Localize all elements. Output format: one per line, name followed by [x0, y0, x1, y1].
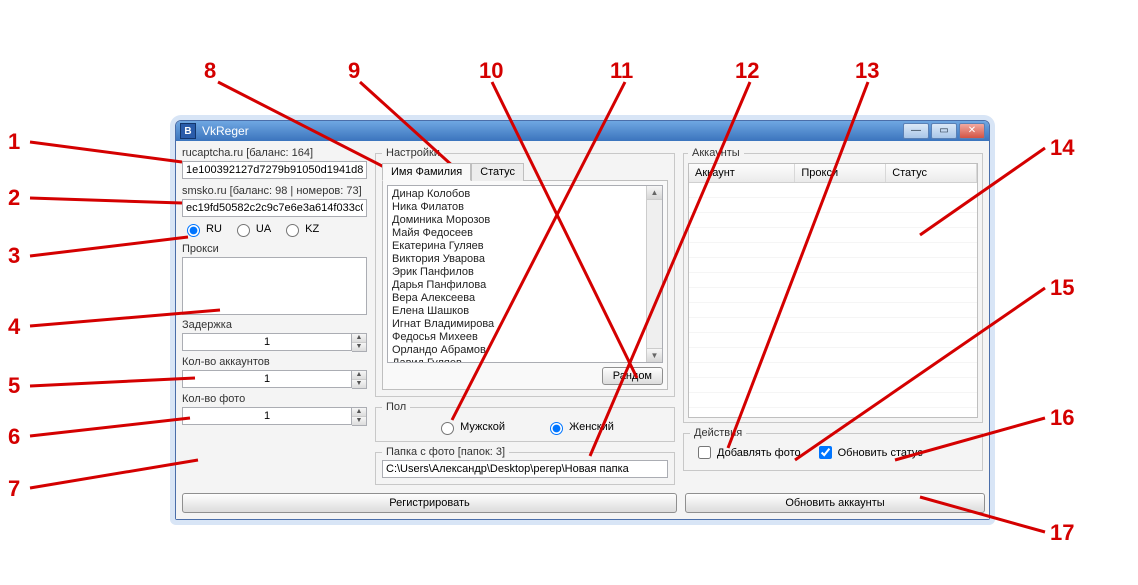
- col-proxy[interactable]: Прокси: [795, 164, 886, 182]
- add-photo-checkbox[interactable]: Добавлять фото: [694, 443, 801, 462]
- annotation-7: 7: [8, 476, 20, 502]
- annotation-12: 12: [735, 58, 759, 84]
- settings-group: Настройки Имя Фамилия Статус Динар Колоб…: [375, 147, 675, 397]
- annotation-13: 13: [855, 58, 879, 84]
- photo-count-up[interactable]: ▲: [352, 408, 366, 417]
- app-icon: B: [180, 123, 196, 139]
- annotation-17: 17: [1050, 520, 1074, 546]
- photo-folder-input[interactable]: [382, 460, 668, 478]
- annotation-5: 5: [8, 373, 20, 399]
- proxy-label: Прокси: [182, 243, 367, 255]
- delay-spinner[interactable]: ▲▼: [182, 333, 367, 352]
- annotation-10: 10: [479, 58, 503, 84]
- photo-folder-group: Папка с фото [папок: 3]: [375, 446, 675, 485]
- accounts-body: [689, 183, 977, 417]
- accounts-table[interactable]: Аккаунт Прокси Статус: [688, 163, 978, 418]
- photo-count-spinner[interactable]: ▲▼: [182, 407, 367, 426]
- titlebar[interactable]: B VkReger — ▭ ✕: [176, 121, 989, 141]
- acc-count-down[interactable]: ▼: [352, 380, 366, 388]
- actions-group: Действия Добавлять фото Обновить статус: [683, 427, 983, 471]
- country-ua[interactable]: UA: [232, 221, 271, 237]
- update-status-checkbox[interactable]: Обновить статус: [815, 443, 923, 462]
- annotation-15: 15: [1050, 275, 1074, 301]
- annotation-8: 8: [204, 58, 216, 84]
- tab-name-surname[interactable]: Имя Фамилия: [382, 163, 471, 181]
- names-list-content: Динар КолобовНика ФилатовДоминика Морозо…: [388, 186, 646, 362]
- application-window: B VkReger — ▭ ✕ rucaptcha.ru [баланс: 16…: [175, 120, 990, 520]
- update-accounts-button[interactable]: Обновить аккаунты: [685, 493, 985, 513]
- smsko-label: smsko.ru [баланс: 98 | номеров: 73]: [182, 185, 367, 197]
- rucaptcha-input[interactable]: [182, 161, 367, 179]
- gender-group: Пол Мужской Женский: [375, 401, 675, 442]
- annotation-6: 6: [8, 424, 20, 450]
- gender-legend: Пол: [382, 401, 410, 413]
- annotation-14: 14: [1050, 135, 1074, 161]
- scroll-up-icon[interactable]: ▲: [647, 186, 662, 200]
- delay-down[interactable]: ▼: [352, 343, 366, 351]
- annotation-9: 9: [348, 58, 360, 84]
- delay-value[interactable]: [182, 333, 352, 351]
- scroll-down-icon[interactable]: ▼: [647, 348, 662, 362]
- photo-count-value[interactable]: [182, 407, 352, 425]
- col-account[interactable]: Аккаунт: [689, 164, 795, 182]
- annotation-16: 16: [1050, 405, 1074, 431]
- accounts-legend: Аккаунты: [688, 147, 744, 159]
- photo-count-down[interactable]: ▼: [352, 417, 366, 425]
- tab-status[interactable]: Статус: [471, 163, 524, 181]
- annotation-11: 11: [610, 58, 633, 84]
- left-panel: rucaptcha.ru [баланс: 164] smsko.ru [бал…: [182, 147, 367, 489]
- minimize-button[interactable]: —: [903, 123, 929, 139]
- photo-count-label: Кол-во фото: [182, 393, 367, 405]
- proxy-textarea[interactable]: [182, 257, 367, 315]
- delay-up[interactable]: ▲: [352, 334, 366, 343]
- register-button[interactable]: Регистрировать: [182, 493, 677, 513]
- acc-count-value[interactable]: [182, 370, 352, 388]
- accounts-group: Аккаунты Аккаунт Прокси Статус: [683, 147, 983, 423]
- window-title: VkReger: [202, 124, 249, 138]
- country-ru[interactable]: RU: [182, 221, 222, 237]
- names-scrollbar[interactable]: ▲ ▼: [646, 186, 662, 362]
- smsko-input[interactable]: [182, 199, 367, 217]
- country-kz[interactable]: KZ: [281, 221, 319, 237]
- country-radio-group: RU UA KZ: [182, 221, 367, 237]
- close-button[interactable]: ✕: [959, 123, 985, 139]
- delay-label: Задержка: [182, 319, 367, 331]
- actions-legend: Действия: [690, 427, 746, 439]
- annotation-4: 4: [8, 314, 20, 340]
- col-status[interactable]: Статус: [886, 164, 977, 182]
- gender-male[interactable]: Мужской: [436, 419, 505, 435]
- annotation-1: 1: [8, 129, 20, 155]
- acc-count-label: Кол-во аккаунтов: [182, 356, 367, 368]
- annotation-2: 2: [8, 185, 20, 211]
- acc-count-spinner[interactable]: ▲▼: [182, 370, 367, 389]
- middle-panel: Настройки Имя Фамилия Статус Динар Колоб…: [375, 147, 675, 489]
- settings-legend: Настройки: [382, 147, 444, 159]
- right-panel: Аккаунты Аккаунт Прокси Статус Действия …: [683, 147, 983, 489]
- acc-count-up[interactable]: ▲: [352, 371, 366, 380]
- gender-female[interactable]: Женский: [545, 419, 614, 435]
- annotation-3: 3: [8, 243, 20, 269]
- scroll-track[interactable]: [647, 200, 662, 348]
- maximize-button[interactable]: ▭: [931, 123, 957, 139]
- rucaptcha-label: rucaptcha.ru [баланс: 164]: [182, 147, 367, 159]
- names-list[interactable]: Динар КолобовНика ФилатовДоминика Морозо…: [387, 185, 663, 363]
- random-button[interactable]: Рандом: [602, 367, 663, 385]
- photo-folder-legend: Папка с фото [папок: 3]: [382, 446, 509, 458]
